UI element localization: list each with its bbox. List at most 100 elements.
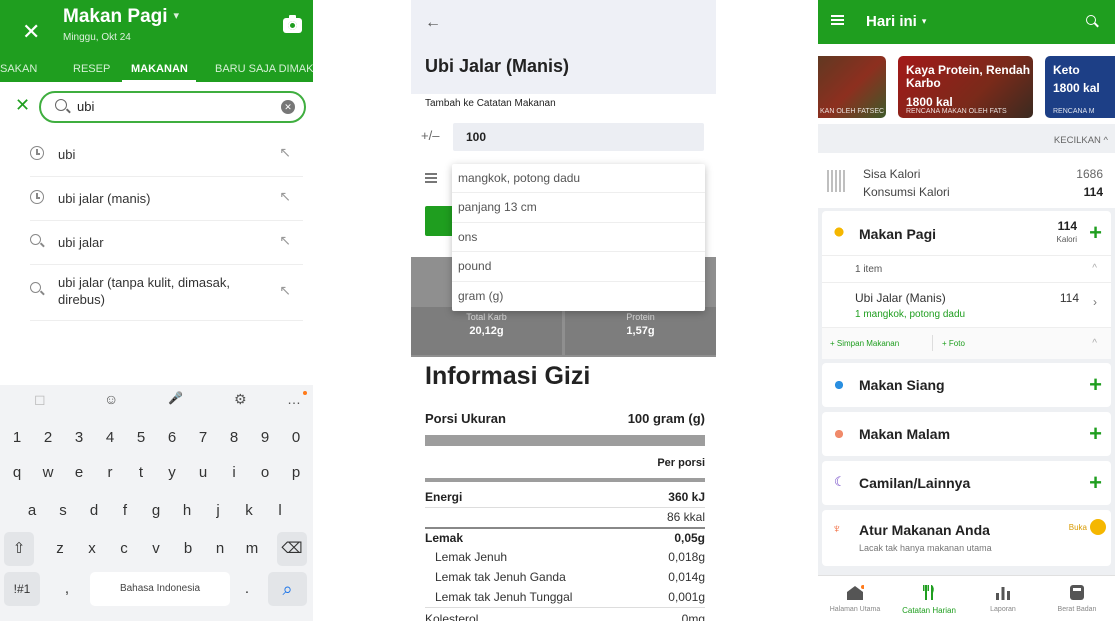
key-7[interactable]: 7 — [189, 421, 217, 455]
key-g[interactable]: g — [142, 494, 170, 528]
key-4[interactable]: 4 — [96, 421, 124, 455]
close-icon[interactable]: ✕ — [22, 19, 40, 45]
key-r[interactable]: r — [96, 456, 124, 490]
key-w[interactable]: w — [34, 456, 62, 490]
microphone-icon[interactable]: 🎤 — [168, 391, 183, 405]
add-dinner-button[interactable]: + — [1089, 423, 1102, 445]
period-key[interactable]: . — [236, 572, 258, 606]
key-f[interactable]: f — [111, 494, 139, 528]
key-9[interactable]: 9 — [251, 421, 279, 455]
key-6[interactable]: 6 — [158, 421, 186, 455]
camera-icon[interactable] — [283, 15, 302, 33]
key-p[interactable]: p — [282, 456, 310, 490]
comma-key[interactable]: , — [56, 572, 78, 606]
meal-card-dinner[interactable]: Makan Malam + — [822, 412, 1111, 456]
save-meal-button[interactable]: + Simpan Makanan — [830, 339, 899, 348]
emoji-icon[interactable]: ☺ — [104, 391, 118, 407]
tab-makanan[interactable]: MAKANAN — [131, 63, 188, 75]
quantity-input[interactable] — [453, 123, 704, 151]
key-y[interactable]: y — [158, 456, 186, 490]
menu-icon[interactable] — [831, 15, 844, 25]
key-l[interactable]: l — [266, 494, 294, 528]
search-key[interactable]: ⌕ — [268, 572, 307, 606]
key-z[interactable]: z — [46, 532, 74, 566]
meal-card-snacks[interactable]: ☾ Camilan/Lainnya + — [822, 461, 1111, 505]
list-item[interactable]: ubi ↖ — [30, 133, 303, 177]
sticker-icon[interactable]: ◻ — [34, 391, 46, 408]
fill-arrow-icon[interactable]: ↖ — [279, 282, 291, 299]
key-n[interactable]: n — [206, 532, 234, 566]
key-3[interactable]: 3 — [65, 421, 93, 455]
space-key[interactable]: Bahasa Indonesia — [90, 572, 230, 606]
unit-option[interactable]: ons — [452, 223, 705, 253]
premium-icon[interactable] — [1090, 519, 1106, 535]
backspace-key[interactable]: ⌫ — [277, 532, 307, 566]
meal-plan-banner[interactable]: KAN OLEH FATSEC — [818, 56, 886, 118]
key-d[interactable]: d — [80, 494, 108, 528]
tab-resep[interactable]: RESEP — [73, 63, 110, 75]
key-m[interactable]: m — [238, 532, 266, 566]
key-8[interactable]: 8 — [220, 421, 248, 455]
more-icon[interactable]: … — [287, 391, 301, 407]
nav-home[interactable]: Halaman Utama — [818, 576, 892, 621]
tab-masakan[interactable]: SAKAN — [0, 63, 37, 75]
add-photo-button[interactable]: + Foto — [942, 339, 965, 348]
fill-arrow-icon[interactable]: ↖ — [279, 144, 291, 161]
search-icon[interactable] — [1086, 15, 1096, 25]
key-u[interactable]: u — [189, 456, 217, 490]
unit-option[interactable]: pound — [452, 252, 705, 282]
list-item[interactable]: ubi jalar (tanpa kulit, dimasak, direbus… — [30, 265, 303, 321]
key-b[interactable]: b — [174, 532, 202, 566]
search-box[interactable]: ✕ — [39, 91, 306, 123]
key-1[interactable]: 1 — [3, 421, 31, 455]
search-input[interactable] — [77, 99, 257, 114]
key-i[interactable]: i — [220, 456, 248, 490]
key-a[interactable]: a — [18, 494, 46, 528]
search-tabs: SAKAN RESEP MAKANAN BARU SAJA DIMAK — [0, 58, 313, 82]
unit-option[interactable]: panjang 13 cm — [452, 193, 705, 223]
list-item[interactable]: ubi jalar (manis) ↖ — [30, 177, 303, 221]
add-breakfast-button[interactable]: + — [1089, 222, 1102, 244]
key-h[interactable]: h — [173, 494, 201, 528]
symbols-key[interactable]: !#1 — [4, 572, 40, 606]
meal-item-count-row[interactable]: 1 item ^ — [822, 255, 1111, 282]
sun-icon — [832, 225, 846, 239]
nav-weight[interactable]: Berat Badan — [1040, 576, 1114, 621]
fork-knife-icon — [923, 585, 934, 600]
key-k[interactable]: k — [235, 494, 263, 528]
key-c[interactable]: c — [110, 532, 138, 566]
meal-plan-banner[interactable]: Kaya Protein, Rendah Karbo 1800 kal RENC… — [898, 56, 1033, 118]
key-t[interactable]: t — [127, 456, 155, 490]
nav-diary[interactable]: Catatan Harian — [892, 576, 966, 621]
key-5[interactable]: 5 — [127, 421, 155, 455]
customize-meals-card[interactable]: ♆ Atur Makanan Anda Lacak tak hanya maka… — [822, 510, 1111, 566]
collapse-button[interactable]: KECILKAN ^ — [1018, 135, 1108, 146]
settings-icon[interactable]: ⚙ — [234, 391, 247, 408]
key-2[interactable]: 2 — [34, 421, 62, 455]
key-0[interactable]: 0 — [282, 421, 310, 455]
unit-option[interactable]: mangkok, potong dadu — [452, 164, 705, 194]
add-snack-button[interactable]: + — [1089, 472, 1102, 494]
list-item[interactable]: ubi jalar ↖ — [30, 221, 303, 265]
meal-card-lunch[interactable]: Makan Siang + — [822, 363, 1111, 407]
add-lunch-button[interactable]: + — [1089, 374, 1102, 396]
cancel-search-icon[interactable]: ✕ — [15, 95, 30, 116]
back-arrow-icon[interactable]: ← — [425, 14, 441, 32]
key-o[interactable]: o — [251, 456, 279, 490]
fill-arrow-icon[interactable]: ↖ — [279, 188, 291, 205]
food-entry-row[interactable]: Ubi Jalar (Manis) 114 › 1 mangkok, poton… — [822, 282, 1111, 327]
meal-plan-banner[interactable]: Keto 1800 kal RENCANA M — [1045, 56, 1115, 118]
key-e[interactable]: e — [65, 456, 93, 490]
key-j[interactable]: j — [204, 494, 232, 528]
nav-reports[interactable]: Laporan — [966, 576, 1040, 621]
unit-option[interactable]: gram (g) — [452, 282, 705, 311]
meal-title[interactable]: Makan Pagi ▾ — [63, 6, 179, 28]
key-v[interactable]: v — [142, 532, 170, 566]
fill-arrow-icon[interactable]: ↖ — [279, 232, 291, 249]
date-selector[interactable]: Hari ini ▾ — [866, 13, 926, 30]
key-q[interactable]: q — [3, 456, 31, 490]
clear-icon[interactable]: ✕ — [281, 100, 295, 114]
key-x[interactable]: x — [78, 532, 106, 566]
tab-baru-saja[interactable]: BARU SAJA DIMAK — [215, 63, 313, 75]
key-s[interactable]: s — [49, 494, 77, 528]
